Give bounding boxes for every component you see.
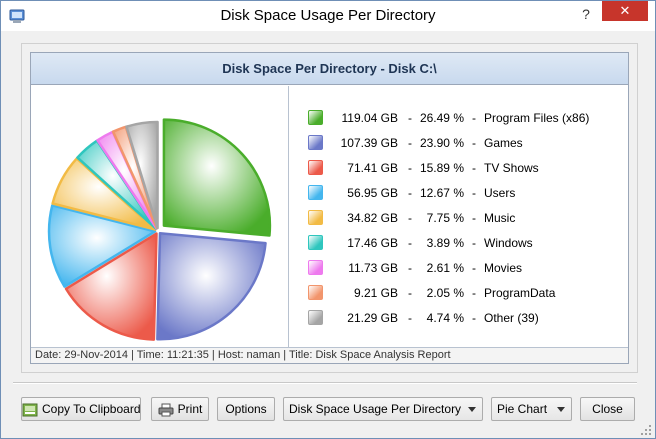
legend-separator: -	[408, 136, 412, 150]
legend-percent: 3.89 %	[426, 236, 464, 250]
legend-separator: -	[408, 211, 412, 225]
legend-separator: -	[408, 261, 412, 275]
chart-panel: Disk Space Per Directory - Disk C:\ 119.…	[30, 52, 629, 364]
legend-swatch	[308, 160, 323, 175]
resize-grip-icon[interactable]	[639, 423, 653, 437]
legend-separator: -	[408, 236, 412, 250]
dialog-window: Disk Space Usage Per Directory ? ✕ Disk …	[0, 0, 656, 439]
legend-swatch	[308, 285, 323, 300]
printer-icon	[158, 403, 174, 417]
legend-separator: -	[408, 286, 412, 300]
print-button[interactable]: Print	[151, 397, 209, 421]
legend-label: Movies	[484, 261, 523, 275]
clipboard-icon	[22, 403, 38, 417]
legend-size: 119.04 GB	[341, 111, 398, 125]
legend-label: Other (39)	[484, 311, 539, 325]
chevron-down-icon	[468, 407, 476, 412]
legend-separator: -	[472, 136, 476, 150]
legend-separator: -	[472, 236, 476, 250]
legend-item: 34.82 GB -7.75 % - Music	[308, 208, 628, 228]
help-button[interactable]: ?	[573, 3, 599, 25]
legend-item: 17.46 GB -3.89 % - Windows	[308, 233, 628, 253]
report-status-bar: Date: 29-Nov-2014 | Time: 11:21:35 | Hos…	[31, 347, 628, 363]
pie-slice	[162, 118, 272, 237]
legend-percent: 26.49 %	[419, 111, 464, 125]
legend-item: 11.73 GB -2.61 % - Movies	[308, 258, 628, 278]
legend-swatch	[308, 260, 323, 275]
legend-percent: 15.89 %	[419, 161, 464, 175]
window-title: Disk Space Usage Per Directory	[220, 7, 436, 24]
legend-separator: -	[472, 286, 476, 300]
legend-item: 9.21 GB -2.05 % - ProgramData	[308, 283, 628, 303]
legend-label: Users	[484, 186, 516, 200]
legend-size: 11.73 GB	[348, 261, 398, 275]
legend-swatch	[308, 135, 323, 150]
report-type-dropdown[interactable]: Disk Space Usage Per Directory	[283, 397, 483, 421]
legend-swatch	[308, 110, 323, 125]
legend-item: 56.95 GB -12.67 % - Users	[308, 183, 628, 203]
chart-legend: 119.04 GB -26.49 % - Program Files (x86) 107…	[290, 86, 628, 347]
legend-label: Games	[484, 136, 523, 150]
legend-separator: -	[408, 111, 412, 125]
legend-separator: -	[472, 261, 476, 275]
options-button[interactable]: Options	[217, 397, 275, 421]
legend-item: 107.39 GB -23.90 % - Games	[308, 133, 628, 153]
legend-label: TV Shows	[484, 161, 539, 175]
legend-swatch	[308, 185, 323, 200]
print-button-label: Print	[177, 402, 203, 416]
report-type-value: Disk Space Usage Per Directory	[289, 402, 462, 416]
legend-percent: 2.05 %	[426, 286, 464, 300]
legend-swatch	[308, 310, 323, 325]
legend-size: 21.29 GB	[347, 311, 398, 325]
pie-chart	[47, 118, 272, 341]
legend-size: 56.95 GB	[347, 186, 398, 200]
legend-size: 9.21 GB	[353, 286, 398, 300]
legend-swatch	[308, 235, 323, 250]
copy-to-clipboard-button[interactable]: Copy To Clipboard	[21, 397, 141, 421]
copy-button-label: Copy To Clipboard	[42, 402, 141, 416]
legend-size: 71.41 GB	[347, 161, 398, 175]
pie-area	[31, 86, 289, 347]
legend-label: Music	[484, 211, 516, 225]
title-bar: Disk Space Usage Per Directory ? ✕	[1, 1, 655, 31]
legend-size: 107.39 GB	[340, 136, 398, 150]
legend-separator: -	[472, 186, 476, 200]
legend-separator: -	[472, 211, 476, 225]
legend-size: 17.46 GB	[347, 236, 398, 250]
legend-item: 119.04 GB -26.49 % - Program Files (x86)	[308, 108, 628, 128]
legend-item: 71.41 GB -15.89 % - TV Shows	[308, 158, 628, 178]
legend-separator: -	[472, 311, 476, 325]
legend-label: Windows	[484, 236, 533, 250]
legend-swatch	[308, 210, 323, 225]
legend-size: 34.82 GB	[347, 211, 398, 225]
chevron-down-icon	[557, 407, 565, 412]
legend-separator: -	[408, 186, 412, 200]
chart-type-dropdown[interactable]: Pie Chart	[491, 397, 572, 421]
legend-percent: 12.67 %	[419, 186, 464, 200]
chart-title: Disk Space Per Directory - Disk C:\	[31, 53, 628, 85]
legend-percent: 23.90 %	[419, 136, 464, 150]
legend-percent: 2.61 %	[426, 261, 464, 275]
legend-item: 21.29 GB -4.74 % - Other (39)	[308, 308, 628, 328]
legend-label: ProgramData	[484, 286, 556, 300]
pie-slice	[156, 231, 267, 341]
close-button[interactable]: Close	[580, 397, 635, 421]
legend-separator: -	[472, 161, 476, 175]
legend-percent: 4.74 %	[426, 311, 464, 325]
legend-percent: 7.75 %	[426, 211, 464, 225]
chart-type-value: Pie Chart	[497, 402, 548, 416]
divider	[13, 382, 637, 384]
legend-separator: -	[472, 111, 476, 125]
legend-separator: -	[408, 311, 412, 325]
window-close-button[interactable]: ✕	[602, 1, 648, 21]
legend-label: Program Files (x86)	[484, 111, 590, 125]
legend-separator: -	[408, 161, 412, 175]
